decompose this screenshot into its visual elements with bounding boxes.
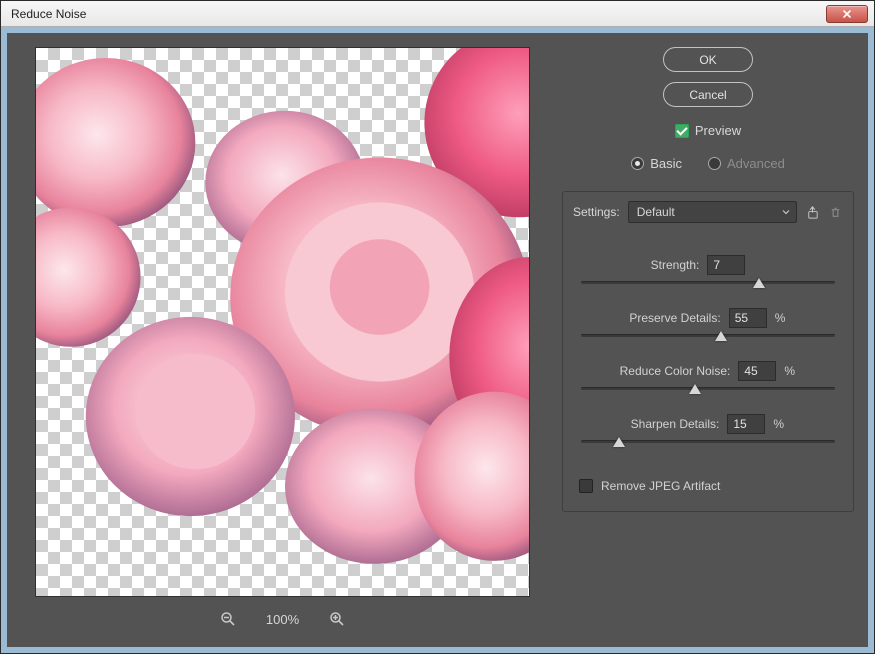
save-preset-button[interactable] bbox=[805, 205, 820, 220]
preserve-slider[interactable] bbox=[581, 334, 835, 337]
sharpen-label: Sharpen Details: bbox=[631, 417, 720, 431]
preview-image bbox=[36, 48, 529, 596]
preview-checkbox[interactable] bbox=[675, 124, 689, 138]
preserve-input[interactable]: 55 bbox=[729, 308, 767, 328]
zoom-in-icon bbox=[329, 611, 345, 627]
sharpen-input[interactable]: 15 bbox=[727, 414, 765, 434]
delete-preset-button[interactable] bbox=[828, 205, 843, 220]
mode-advanced-label: Advanced bbox=[727, 156, 785, 171]
close-button[interactable] bbox=[826, 5, 868, 23]
window-title: Reduce Noise bbox=[7, 7, 826, 21]
sliders: Strength: 7 Preserve Details: 55 % bbox=[563, 235, 853, 473]
settings-label: Settings: bbox=[573, 205, 620, 219]
preserve-unit: % bbox=[775, 311, 787, 325]
strength-block: Strength: 7 bbox=[579, 255, 837, 284]
settings-group: Settings: Default Strengt bbox=[562, 191, 854, 512]
slider-thumb[interactable] bbox=[715, 331, 727, 341]
preview-label: Preview bbox=[695, 123, 741, 138]
settings-dropdown[interactable]: Default bbox=[628, 201, 797, 223]
zoom-bar: 100% bbox=[220, 611, 345, 627]
cancel-button[interactable]: Cancel bbox=[663, 82, 753, 107]
preview-area[interactable] bbox=[35, 47, 530, 597]
strength-input[interactable]: 7 bbox=[707, 255, 745, 275]
controls-column: OK Cancel Preview Basic Advanced Setting… bbox=[562, 47, 854, 633]
mode-basic-label: Basic bbox=[650, 156, 682, 171]
mode-advanced-radio[interactable] bbox=[708, 157, 721, 170]
strength-label: Strength: bbox=[651, 258, 700, 272]
reduce-color-block: Reduce Color Noise: 45 % bbox=[579, 361, 837, 390]
mode-basic-radio[interactable] bbox=[631, 157, 644, 170]
mode-basic-option[interactable]: Basic bbox=[631, 156, 682, 171]
slider-thumb[interactable] bbox=[613, 437, 625, 447]
reduce-color-unit: % bbox=[784, 364, 796, 378]
sharpen-slider[interactable] bbox=[581, 440, 835, 443]
dialog-body: 100% OK Cancel Preview Basic bbox=[1, 27, 874, 653]
zoom-out-icon bbox=[220, 611, 236, 627]
sharpen-unit: % bbox=[773, 417, 785, 431]
titlebar[interactable]: Reduce Noise bbox=[1, 1, 874, 27]
close-icon bbox=[842, 9, 852, 19]
settings-header: Settings: Default bbox=[563, 192, 853, 235]
zoom-out-button[interactable] bbox=[220, 611, 236, 627]
preview-column: 100% bbox=[21, 47, 544, 633]
preserve-block: Preserve Details: 55 % bbox=[579, 308, 837, 337]
mode-advanced-option[interactable]: Advanced bbox=[708, 156, 785, 171]
strength-slider[interactable] bbox=[581, 281, 835, 284]
save-preset-icon bbox=[805, 205, 820, 220]
sharpen-block: Sharpen Details: 15 % bbox=[579, 414, 837, 443]
reduce-color-label: Reduce Color Noise: bbox=[620, 364, 731, 378]
trash-icon bbox=[828, 205, 843, 220]
slider-thumb[interactable] bbox=[689, 384, 701, 394]
chevron-down-icon bbox=[782, 208, 790, 216]
preserve-label: Preserve Details: bbox=[629, 311, 720, 325]
reduce-color-input[interactable]: 45 bbox=[738, 361, 776, 381]
reduce-noise-dialog: Reduce Noise bbox=[0, 0, 875, 654]
reduce-color-slider[interactable] bbox=[581, 387, 835, 390]
zoom-in-button[interactable] bbox=[329, 611, 345, 627]
ok-button[interactable]: OK bbox=[663, 47, 753, 72]
zoom-level: 100% bbox=[266, 612, 299, 627]
remove-jpeg-checkbox[interactable] bbox=[579, 479, 593, 493]
slider-thumb[interactable] bbox=[753, 278, 765, 288]
remove-jpeg-label: Remove JPEG Artifact bbox=[601, 479, 720, 493]
settings-dropdown-value: Default bbox=[637, 205, 675, 219]
